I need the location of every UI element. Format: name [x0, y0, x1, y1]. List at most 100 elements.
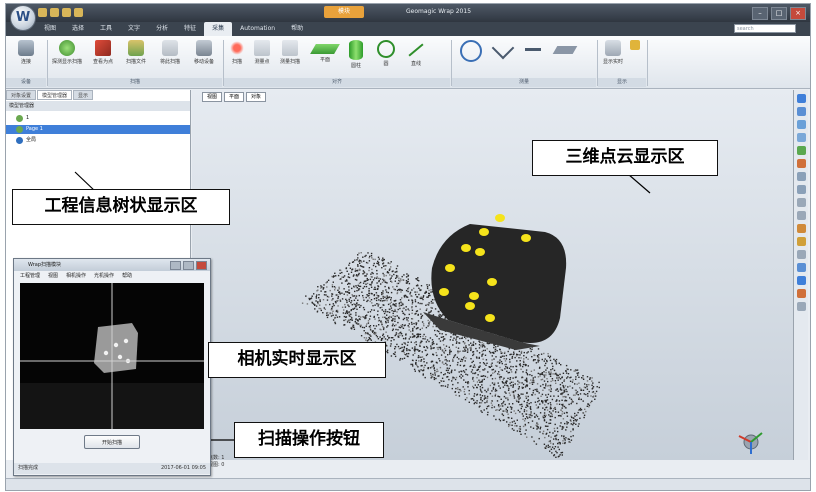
plane-button[interactable]: 平面 [310, 40, 340, 63]
quick-dropdown-icon[interactable] [74, 8, 83, 17]
camera-maximize-button[interactable] [183, 261, 194, 270]
pen-icon [95, 40, 111, 56]
angle-measure-button[interactable] [490, 36, 516, 60]
plane-measure-icon [552, 46, 578, 54]
camera-minimize-button[interactable] [170, 261, 181, 270]
tab-model-manager[interactable]: 模型管理器 [37, 90, 73, 100]
minimize-button[interactable]: – [752, 7, 768, 20]
section-icon[interactable] [796, 250, 806, 259]
ribbon-separator [451, 40, 452, 86]
maximize-button[interactable]: □ [771, 7, 787, 20]
viewport-tab-view[interactable]: 视图 [202, 92, 223, 102]
quick-redo-icon[interactable] [62, 8, 71, 17]
settings-icon[interactable] [796, 302, 806, 311]
start-scan-button[interactable]: 开始扫描 [84, 435, 140, 449]
ribbon-group-label: 显示 [598, 78, 646, 87]
button-label: 圆柱 [350, 63, 361, 69]
tree-item[interactable]: 全局 [12, 136, 36, 145]
quick-undo-icon[interactable] [50, 8, 59, 17]
viewport-tab-plane[interactable]: 平面 [224, 92, 245, 102]
circle-icon [377, 40, 395, 58]
camera-button[interactable]: 显示实时 [602, 40, 624, 65]
distance-icon [525, 48, 541, 51]
line-button[interactable]: 直线 [404, 40, 428, 67]
ribbon-tab[interactable]: 分析 [148, 22, 176, 36]
button-label: 连接 [20, 59, 31, 65]
deselect-icon[interactable] [796, 276, 806, 285]
ribbon-tab[interactable]: 帮助 [283, 22, 311, 36]
cylinder-button[interactable]: 圆柱 [344, 40, 368, 69]
distance-measure-button[interactable] [520, 40, 546, 58]
pan-icon[interactable] [796, 211, 806, 220]
tree-item[interactable]: 1 [12, 114, 29, 123]
button-label: 圆 [383, 61, 389, 67]
view-left-icon[interactable] [796, 120, 806, 129]
quick-access-toolbar [38, 8, 83, 17]
camera-close-button[interactable] [196, 261, 207, 270]
select-icon[interactable] [796, 263, 806, 272]
camera-icon [605, 40, 621, 56]
probe-display-scan-button[interactable]: 探测显示扫描 [50, 40, 84, 65]
move-device-button[interactable]: 移动设备 [188, 40, 220, 65]
color-icon[interactable] [796, 289, 806, 298]
ribbon-tab[interactable]: 采集 [204, 22, 233, 36]
ribbon-tab[interactable]: 文字 [120, 22, 148, 36]
plane-measure-button[interactable] [550, 40, 580, 58]
view-as-points-button[interactable]: 查看为点 [88, 40, 118, 65]
circle-button[interactable]: 圆 [374, 40, 398, 67]
camera-menu-item[interactable]: 工程管理 [20, 271, 40, 281]
camera-window-title-text: Wrap扫描模块 [28, 262, 62, 268]
display-options-button[interactable] [628, 40, 642, 52]
status-bar [6, 478, 810, 490]
view-iso-icon[interactable] [796, 172, 806, 181]
ribbon-tab[interactable]: 工具 [92, 22, 120, 36]
render-mode-icon[interactable] [796, 224, 806, 233]
tree-node-icon [16, 115, 23, 122]
viewport-tabs: 视图 平面 对象 [202, 92, 267, 102]
view-right-icon[interactable] [796, 133, 806, 142]
camera-status-time: 2017-06-01 09:05 [160, 465, 206, 471]
tree-item-label: 1 [26, 115, 30, 121]
measure-point-icon [254, 40, 270, 56]
measure-point-button[interactable]: 测量点 [250, 40, 274, 65]
lighting-icon[interactable] [796, 237, 806, 246]
view-back-icon[interactable] [796, 107, 806, 116]
connect-button[interactable]: 连接 [10, 40, 42, 65]
tab-object-settings[interactable]: 对象设置 [6, 90, 37, 100]
scan-file-button[interactable]: 扫描文件 [120, 40, 152, 65]
view-front-icon[interactable] [796, 94, 806, 103]
panel-header: 模型管理器 [6, 101, 190, 111]
tree-item-label: Page 1 [26, 126, 43, 132]
quick-save-icon[interactable] [38, 8, 47, 17]
camera-menu-item[interactable]: 视图 [48, 271, 58, 281]
fit-view-icon[interactable] [796, 185, 806, 194]
zoom-icon[interactable] [796, 198, 806, 207]
camera-menu-item[interactable]: 帮助 [122, 271, 132, 281]
measure-scan-button[interactable]: 测量扫描 [276, 40, 304, 65]
move-scan-button[interactable]: 将此扫描 [154, 40, 186, 65]
close-button[interactable]: × [790, 7, 806, 20]
camera-menu-item[interactable]: 光机操作 [94, 271, 114, 281]
scan-button[interactable]: 扫描 [226, 40, 248, 65]
camera-menu-item[interactable]: 相机操作 [66, 271, 86, 281]
ribbon-tab[interactable]: 选择 [64, 22, 92, 36]
ribbon-tab[interactable]: 视图 [36, 22, 64, 36]
camera-window: Wrap扫描模块 工程管理 视图 相机操作 光机操作 帮助 开始扫描 扫描完成 2017… [13, 258, 211, 476]
tab-display[interactable]: 显示 [73, 90, 94, 100]
search-input[interactable]: search [734, 24, 796, 33]
align-button[interactable] [458, 40, 484, 64]
ribbon-tab[interactable]: 特征 [176, 22, 204, 36]
tree-item[interactable]: Page 1 [6, 125, 190, 134]
viewport-tab-object[interactable]: 对象 [246, 92, 267, 102]
ribbon-tab[interactable]: Automation [232, 22, 283, 36]
button-label: 显示实时 [602, 59, 623, 65]
button-label: 直线 [410, 61, 421, 67]
align-circles-icon [460, 40, 482, 62]
view-top-icon[interactable] [796, 146, 806, 155]
view-bottom-icon[interactable] [796, 159, 806, 168]
application-menu-button[interactable]: W [10, 5, 36, 31]
camera-menu-bar: 工程管理 视图 相机操作 光机操作 帮助 [14, 271, 210, 281]
ribbon-group-label: 对齐 [224, 78, 450, 87]
ribbon-separator [47, 40, 48, 86]
burst-icon [229, 40, 245, 56]
